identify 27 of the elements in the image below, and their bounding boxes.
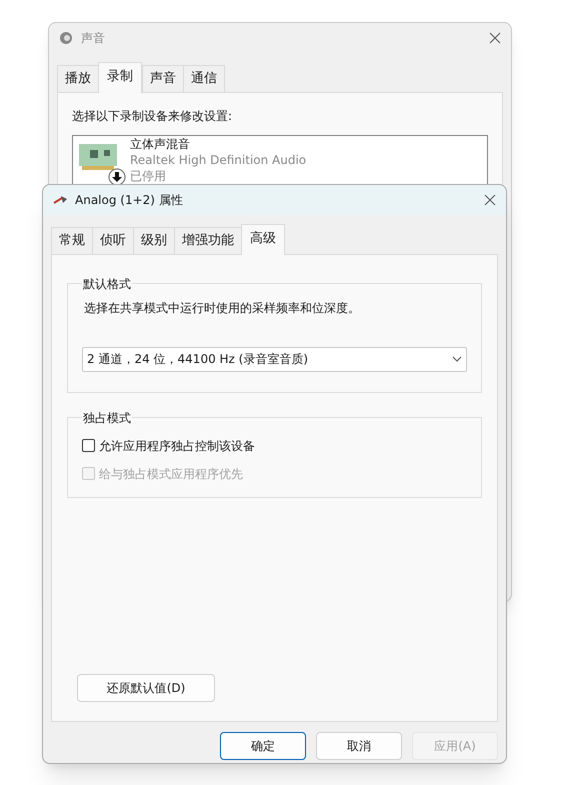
tab[interactable]: 高级 (241, 224, 285, 254)
group-title: 默认格式 (82, 276, 132, 292)
plug-icon (53, 195, 69, 205)
restore-defaults-button[interactable]: 还原默认值(D) (77, 674, 215, 702)
tab[interactable]: 常规 (51, 227, 93, 254)
sound-card-icon (78, 142, 118, 172)
checkbox[interactable] (82, 439, 95, 452)
format-dropdown[interactable]: 2 通道，24 位，44100 Hz (录音室音质) (82, 346, 467, 372)
close-icon[interactable] (484, 194, 496, 206)
close-icon[interactable] (489, 32, 501, 44)
device-name: 立体声混音 (130, 136, 191, 152)
device-status: 已停用 (130, 168, 167, 184)
tab[interactable]: 通信 (183, 65, 225, 92)
group-title: 独占模式 (82, 410, 132, 426)
instruction-text: 选择以下录制设备来修改设置: (72, 108, 234, 124)
chevron-down-icon (452, 356, 462, 362)
dialog-title: Analog (1+2) 属性 (75, 192, 183, 209)
dialog-button[interactable]: 取消 (316, 732, 402, 760)
checkbox-option[interactable]: 允许应用程序独占控制该设备 (82, 436, 467, 454)
tab[interactable]: 声音 (142, 65, 184, 92)
device-driver: Realtek High Definition Audio (130, 152, 306, 168)
dialog-button[interactable]: 确定 (220, 732, 306, 760)
tab[interactable]: 播放 (57, 65, 99, 92)
format-description: 选择在共享模式中运行时使用的采样频率和位深度。 (84, 300, 361, 316)
speaker-icon (59, 31, 73, 45)
window-title: 声音 (81, 30, 105, 47)
tab[interactable]: 录制 (98, 62, 142, 92)
